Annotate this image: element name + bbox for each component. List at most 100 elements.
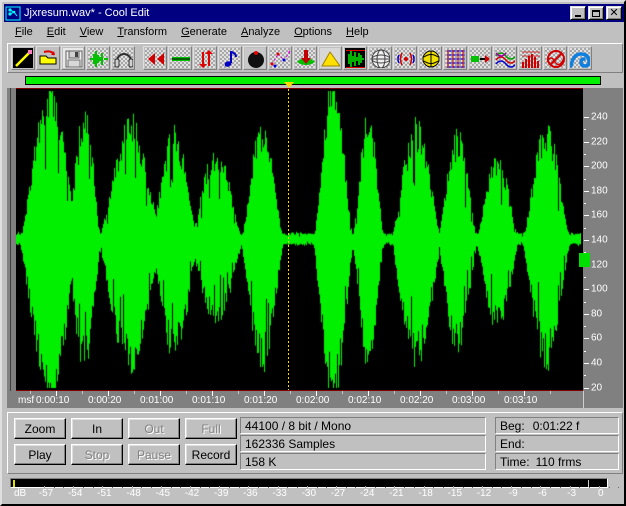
- waveform-display[interactable]: [16, 88, 583, 391]
- amplitude-tick: [584, 215, 589, 217]
- db-tick-label: -12: [476, 488, 492, 499]
- window-title: Jjxresum.wav* - Cool Edit: [24, 7, 150, 19]
- db-tick-label: -6: [537, 488, 547, 499]
- time-minor-tick: [446, 391, 447, 394]
- green-waveform-icon[interactable]: [343, 46, 367, 70]
- db-tick-label: -45: [155, 488, 171, 499]
- playhead-marker[interactable]: [284, 82, 294, 88]
- db-tick-label: -9: [508, 488, 518, 499]
- file-info-group: 44100 / 8 bit / Mono 162336 Samples 158 …: [240, 417, 486, 471]
- open-folder-icon[interactable]: [36, 46, 60, 70]
- toolbar-group-effects: [143, 46, 593, 70]
- time-minor-tick: [550, 391, 551, 394]
- db-tick-label: -21: [389, 488, 404, 499]
- menu-item-edit[interactable]: Edit: [40, 25, 73, 39]
- app-icon: [5, 6, 21, 21]
- time-minor-tick: [342, 391, 343, 394]
- save-floppy-icon[interactable]: [61, 46, 85, 70]
- blue-wave-icon[interactable]: [568, 46, 592, 70]
- amplitude-minor-tick: [584, 203, 586, 205]
- colored-curves-icon[interactable]: [493, 46, 517, 70]
- minimize-button[interactable]: [570, 6, 586, 20]
- time-ruler-unit: msf: [18, 395, 35, 406]
- amplitude-tick: [584, 117, 589, 118]
- selection-begin-value: 0:01:22 f: [532, 418, 580, 433]
- maximize-button[interactable]: [588, 6, 604, 20]
- toolbar: [7, 43, 623, 73]
- yellow-envelope-icon[interactable]: [318, 46, 342, 70]
- db-tick-label: -51: [97, 488, 112, 499]
- headphones-icon[interactable]: [111, 46, 135, 70]
- db-level-display[interactable]: [10, 478, 620, 488]
- music-note-icon[interactable]: [218, 46, 242, 70]
- amplitude-minor-tick: [584, 129, 586, 131]
- play-button[interactable]: Play: [14, 444, 66, 465]
- amplitude-minor-tick: [584, 178, 586, 180]
- time-tick-label: 0:03:00: [452, 395, 486, 406]
- selection-time-label: Time:: [500, 454, 530, 469]
- samples-info: 162336 Samples: [240, 435, 486, 452]
- menu-item-view[interactable]: View: [73, 25, 111, 39]
- amplitude-minor-tick: [584, 153, 586, 155]
- title-bar[interactable]: Jjxresum.wav* - Cool Edit ✕: [4, 4, 624, 22]
- sphere-grid-icon[interactable]: [368, 46, 392, 70]
- selection-begin-label: Beg:: [500, 418, 525, 433]
- red-grid-icon[interactable]: [518, 46, 542, 70]
- db-scale: dB -57 -54 -51 -48 -45 -42 -39 -36 -33 -30 -27 -24-…: [10, 488, 622, 501]
- menu-item-transform[interactable]: Transform: [110, 25, 174, 39]
- new-file-icon[interactable]: [11, 46, 35, 70]
- rewind-icon[interactable]: [143, 46, 167, 70]
- db-tick-label: -33: [272, 488, 287, 499]
- delay-icon[interactable]: [468, 46, 492, 70]
- blue-grid-icon[interactable]: [443, 46, 467, 70]
- menu-item-file[interactable]: File: [8, 25, 40, 39]
- db-tick-label: -27: [330, 488, 346, 499]
- playhead-cursor[interactable]: [288, 89, 289, 390]
- noise-reduction-icon[interactable]: [543, 46, 567, 70]
- time-tick-label: 0:00:10: [36, 395, 70, 406]
- db-right-marker: [588, 480, 589, 487]
- echo-waves-icon[interactable]: [393, 46, 417, 70]
- waveform-view-icon[interactable]: [86, 46, 110, 70]
- zoom-button-row: Zoom In Out Full: [14, 418, 237, 439]
- db-unit-label: dB: [14, 488, 27, 499]
- menu-item-help[interactable]: Help: [339, 25, 376, 39]
- db-tick-label: -54: [67, 488, 83, 499]
- amplitude-tick-label: 120: [591, 259, 608, 271]
- convert-arrows-icon[interactable]: [193, 46, 217, 70]
- db-tick-label: -18: [418, 488, 433, 499]
- waveform-canvas[interactable]: [16, 89, 581, 390]
- selection-begin: Beg: 0:01:22 f: [495, 417, 619, 434]
- time-minor-tick: [30, 391, 31, 394]
- yellow-sphere-icon[interactable]: [418, 46, 442, 70]
- amplitude-tick: [584, 289, 589, 291]
- stop-button[interactable]: Stop: [71, 444, 123, 465]
- close-button[interactable]: ✕: [606, 6, 622, 20]
- time-tick-label: 0:03:10: [504, 395, 538, 406]
- green-arrow-down-icon[interactable]: [293, 46, 317, 70]
- zoom-out-button[interactable]: Out: [128, 418, 180, 439]
- format-info: 44100 / 8 bit / Mono: [240, 417, 486, 434]
- amplitude-tick: [584, 240, 589, 241]
- zoom-in-button[interactable]: In: [71, 418, 123, 439]
- time-tick-label: 0:02:10: [348, 395, 382, 406]
- menu-item-analyze[interactable]: Analyze: [234, 25, 287, 39]
- knob-dial-icon[interactable]: [243, 46, 267, 70]
- amplitude-tick-label: 200: [591, 160, 608, 172]
- amplitude-tick-label: 160: [591, 209, 608, 221]
- pause-button[interactable]: Pause: [128, 444, 180, 465]
- record-button[interactable]: Record: [185, 444, 237, 465]
- time-ruler[interactable]: msf 0:00:10 0:00:20 0:01:00 0:01:10 0:01:20 0…: [16, 391, 623, 408]
- record-level-meter[interactable]: [7, 75, 623, 87]
- flat-line-icon[interactable]: [168, 46, 192, 70]
- menu-item-options[interactable]: Options: [287, 25, 339, 39]
- zoom-button[interactable]: Zoom: [14, 418, 66, 439]
- time-minor-tick: [82, 391, 83, 394]
- amplitude-tick-label: 140: [591, 234, 608, 246]
- db-tick-label: -36: [243, 488, 258, 499]
- zoom-full-button[interactable]: Full: [185, 418, 237, 439]
- amplitude-tick-label: 240: [591, 111, 608, 123]
- menu-item-generate[interactable]: Generate: [174, 25, 234, 39]
- amplitude-tick-label: 60: [591, 332, 603, 344]
- scatter-points-icon[interactable]: [268, 46, 292, 70]
